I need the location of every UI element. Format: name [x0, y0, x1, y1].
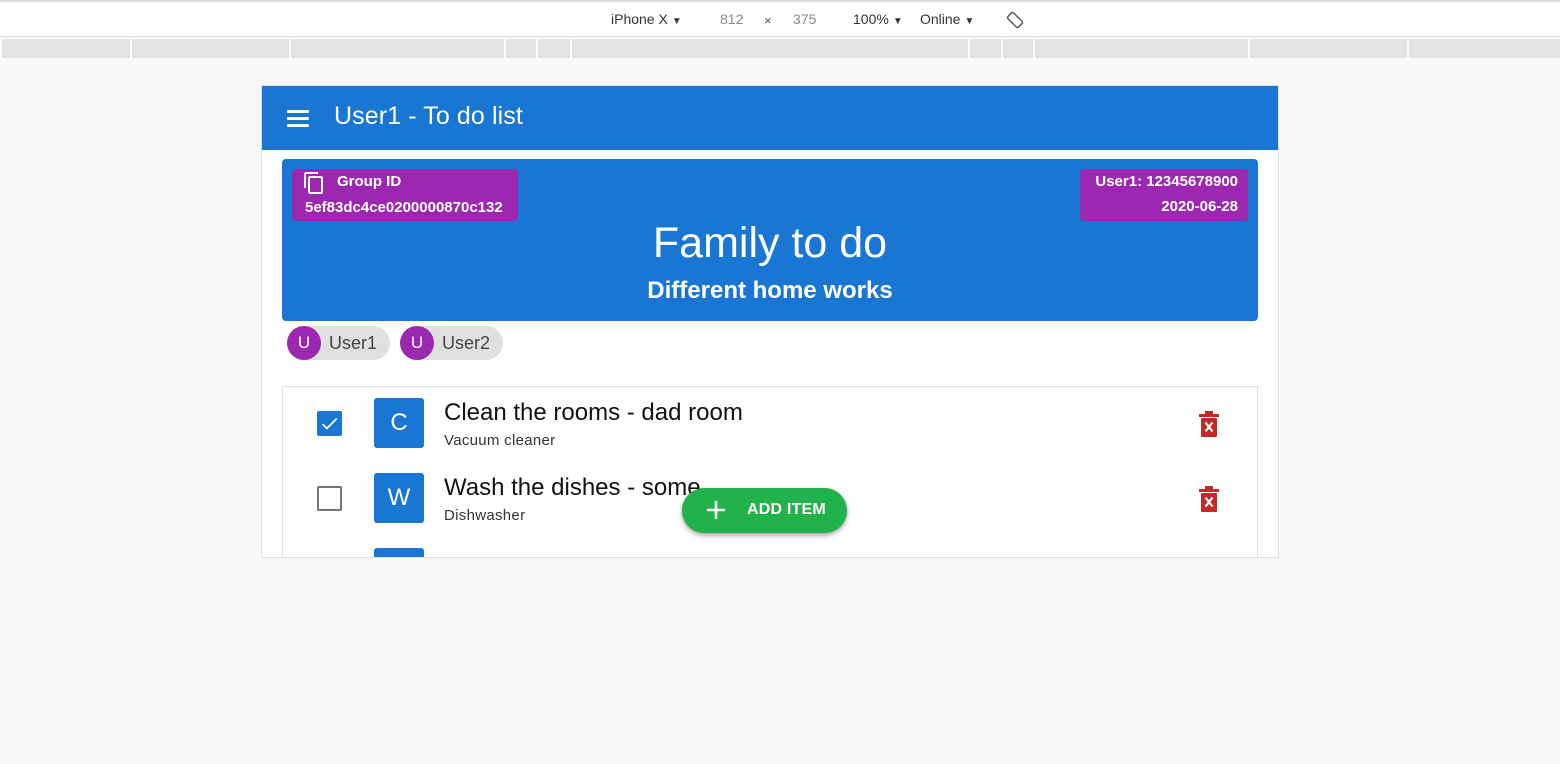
- list-item[interactable]: C Clean the rooms - dad room Vacuum clea…: [283, 387, 1257, 462]
- item-subtitle: Dishwasher: [444, 507, 526, 524]
- delete-icon[interactable]: [1199, 486, 1219, 512]
- group-subtitle: Different home works: [647, 277, 893, 304]
- item-avatar: W: [374, 473, 424, 523]
- ruler-segment[interactable]: [1001, 39, 1033, 58]
- list-item[interactable]: [283, 537, 1257, 557]
- ruler-segment[interactable]: [504, 39, 536, 58]
- check-icon: [321, 417, 338, 430]
- media-query-ruler: [0, 39, 1560, 58]
- member-chip-user2[interactable]: U User2: [400, 326, 503, 360]
- device-select[interactable]: iPhone X ▼: [611, 11, 682, 27]
- user-info-chip: User1: 12345678900 2020-06-28: [1080, 169, 1248, 221]
- app-title: User1 - To do list: [334, 102, 523, 130]
- item-avatar: C: [374, 398, 424, 448]
- member-chip-user1[interactable]: U User1: [287, 326, 390, 360]
- ruler-segment[interactable]: [536, 39, 570, 58]
- copy-icon[interactable]: [302, 171, 326, 195]
- item-title: Clean the rooms - dad room: [444, 399, 743, 426]
- network-throttle-select[interactable]: Online ▼: [920, 11, 974, 27]
- ruler-segment[interactable]: [289, 39, 504, 58]
- ruler-segment[interactable]: [570, 39, 968, 58]
- rotate-icon[interactable]: [1006, 11, 1024, 29]
- dimension-separator: ×: [764, 13, 772, 28]
- plus-icon: [707, 501, 725, 519]
- group-id-value: 5ef83dc4ce0200000870c132: [305, 199, 503, 216]
- devtools-device-toolbar: iPhone X ▼ 812 × 375 100% ▼ Online ▼: [0, 0, 1560, 37]
- checkbox-checked[interactable]: [317, 411, 342, 436]
- group-id-label: Group ID: [337, 173, 402, 190]
- user-phone: User1: 12345678900: [1095, 173, 1238, 190]
- triangle-down-icon: ▼: [964, 16, 975, 27]
- height-input[interactable]: 375: [793, 11, 816, 27]
- item-avatar: [374, 548, 424, 557]
- triangle-down-icon: ▼: [892, 16, 903, 27]
- add-item-label: ADD ITEM: [747, 501, 826, 518]
- add-item-button[interactable]: ADD ITEM: [682, 488, 847, 533]
- zoom-select-label: 100%: [853, 11, 889, 27]
- checkbox-unchecked[interactable]: [317, 486, 342, 511]
- item-title: Wash the dishes - some: [444, 474, 701, 501]
- member-name: User2: [442, 333, 491, 353]
- ruler-segment[interactable]: [1248, 39, 1407, 58]
- menu-icon[interactable]: [286, 107, 310, 129]
- avatar: U: [400, 326, 434, 360]
- device-select-label: iPhone X: [611, 11, 668, 27]
- width-input[interactable]: 812: [720, 11, 743, 27]
- delete-icon[interactable]: [1199, 411, 1219, 437]
- group-title: Family to do: [652, 219, 888, 267]
- device-viewport: User1 - To do list Group ID 5ef83dc4ce02…: [262, 86, 1278, 557]
- group-date: 2020-06-28: [1161, 198, 1238, 215]
- group-id-chip[interactable]: Group ID 5ef83dc4ce0200000870c132: [292, 169, 518, 221]
- ruler-segment[interactable]: [130, 39, 289, 58]
- avatar: U: [287, 326, 321, 360]
- member-name: User1: [329, 333, 378, 353]
- network-select-label: Online: [920, 11, 961, 27]
- ruler-segment[interactable]: [1033, 39, 1248, 58]
- zoom-select[interactable]: 100% ▼: [853, 11, 903, 27]
- ruler-segment[interactable]: [968, 39, 1001, 58]
- triangle-down-icon: ▼: [671, 16, 682, 27]
- ruler-segment[interactable]: [0, 39, 130, 58]
- app-bar: User1 - To do list: [262, 86, 1278, 150]
- group-header-card: Group ID 5ef83dc4ce0200000870c132 User1:…: [282, 159, 1258, 321]
- item-subtitle: Vacuum cleaner: [444, 432, 556, 449]
- ruler-segment[interactable]: [1407, 39, 1560, 58]
